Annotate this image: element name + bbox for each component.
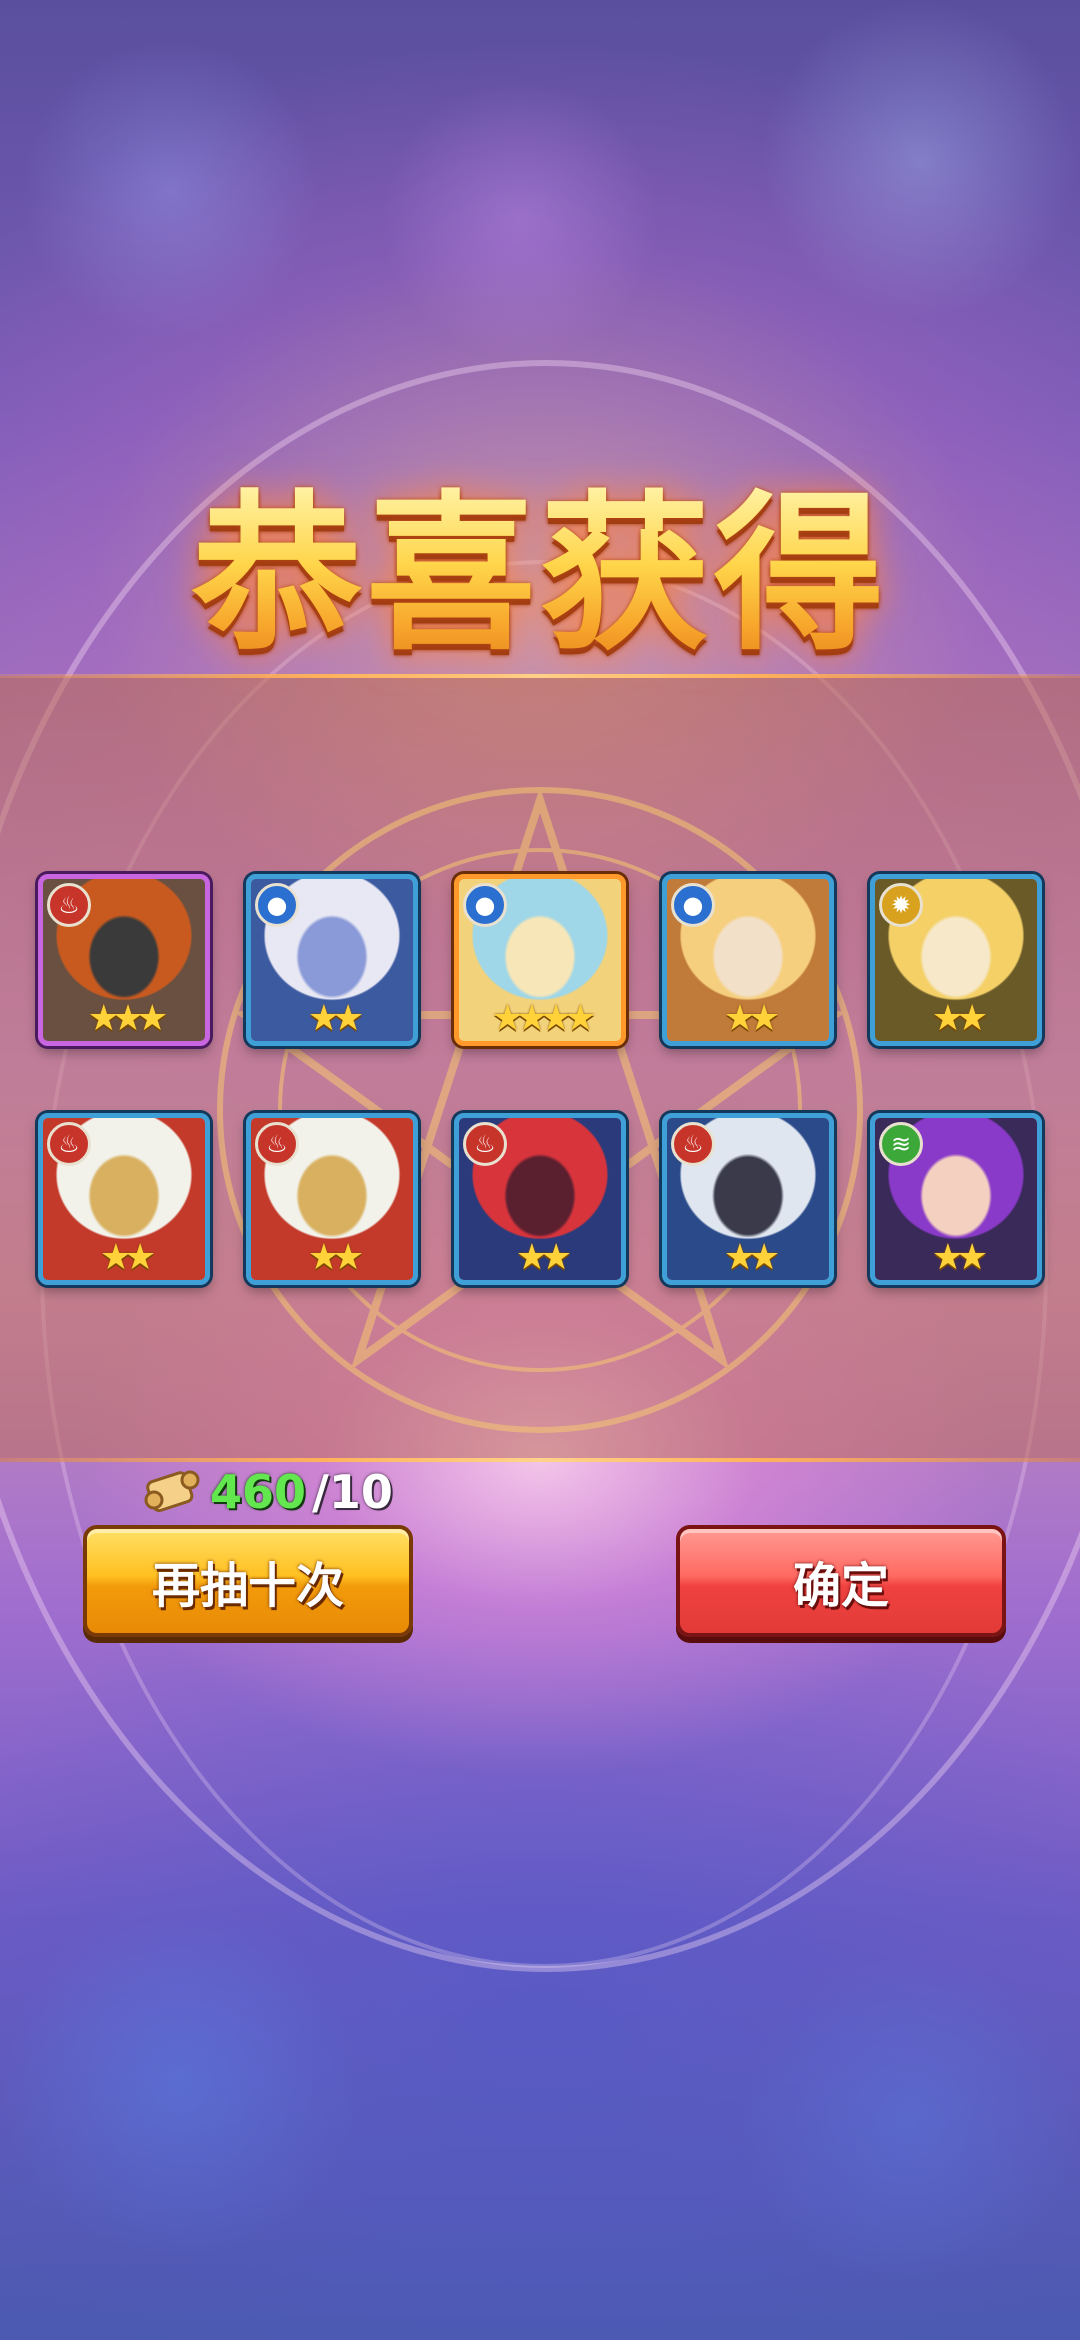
- hero-card-dwarf-warrior[interactable]: ♨ ★★★: [38, 874, 210, 1046]
- hero-card-red-demon[interactable]: ♨ ★★: [454, 1113, 626, 1285]
- wind-element-icon: ≋: [879, 1122, 923, 1166]
- hero-card-werewolf[interactable]: ♨ ★★: [662, 1113, 834, 1285]
- star-rating: ★★: [307, 998, 365, 1039]
- star-rating: ★★: [723, 1237, 781, 1278]
- fire-element-icon: ♨: [47, 1122, 91, 1166]
- reward-grid: ♨ ★★★ ● ★★ ● ★★★★ ● ★★ ✹ ★★ ♨ ★★ ♨ ★★ ♨ ★★ ♨ ★★ ≋ ★★: [0, 0, 1080, 2340]
- fire-element-icon: ♨: [671, 1122, 715, 1166]
- hero-card-light-priestess[interactable]: ✹ ★★: [870, 874, 1042, 1046]
- star-rating: ★★★: [87, 998, 169, 1039]
- draw-cost: 460 /10: [140, 1460, 393, 1524]
- hero-card-purple-hair-girl[interactable]: ≋ ★★: [870, 1113, 1042, 1285]
- star-rating: ★★: [515, 1237, 573, 1278]
- star-rating: ★★: [99, 1237, 157, 1278]
- ticket-required: /10: [312, 1465, 393, 1519]
- hero-card-old-sage-1[interactable]: ♨ ★★: [38, 1113, 210, 1285]
- light-element-icon: ✹: [879, 883, 923, 927]
- draw-again-button[interactable]: 再抽十次: [83, 1525, 413, 1637]
- hero-card-blonde-girl[interactable]: ● ★★: [662, 874, 834, 1046]
- scroll-icon: [144, 1470, 200, 1513]
- star-rating: ★★★★: [491, 998, 596, 1039]
- water-element-icon: ●: [671, 883, 715, 927]
- confirm-button[interactable]: 确定: [676, 1525, 1006, 1637]
- water-element-icon: ●: [255, 883, 299, 927]
- hero-card-old-sage-2[interactable]: ♨ ★★: [246, 1113, 418, 1285]
- ticket-count: 460: [210, 1465, 307, 1519]
- gacha-result-screen: 恭喜获得 ♨ ★★★ ● ★★ ● ★★★★ ● ★★ ✹ ★★ ♨ ★★ ♨ ★★ ♨ ★★ ♨ ★★ ≋ ★★ 4…: [0, 0, 1080, 2340]
- hero-card-golden-mermaid[interactable]: ● ★★★★: [454, 874, 626, 1046]
- hero-card-silver-hair-girl[interactable]: ● ★★: [246, 874, 418, 1046]
- star-rating: ★★: [931, 998, 989, 1039]
- star-rating: ★★: [931, 1237, 989, 1278]
- fire-element-icon: ♨: [255, 1122, 299, 1166]
- water-element-icon: ●: [463, 883, 507, 927]
- star-rating: ★★: [723, 998, 781, 1039]
- star-rating: ★★: [307, 1237, 365, 1278]
- fire-element-icon: ♨: [463, 1122, 507, 1166]
- fire-element-icon: ♨: [47, 883, 91, 927]
